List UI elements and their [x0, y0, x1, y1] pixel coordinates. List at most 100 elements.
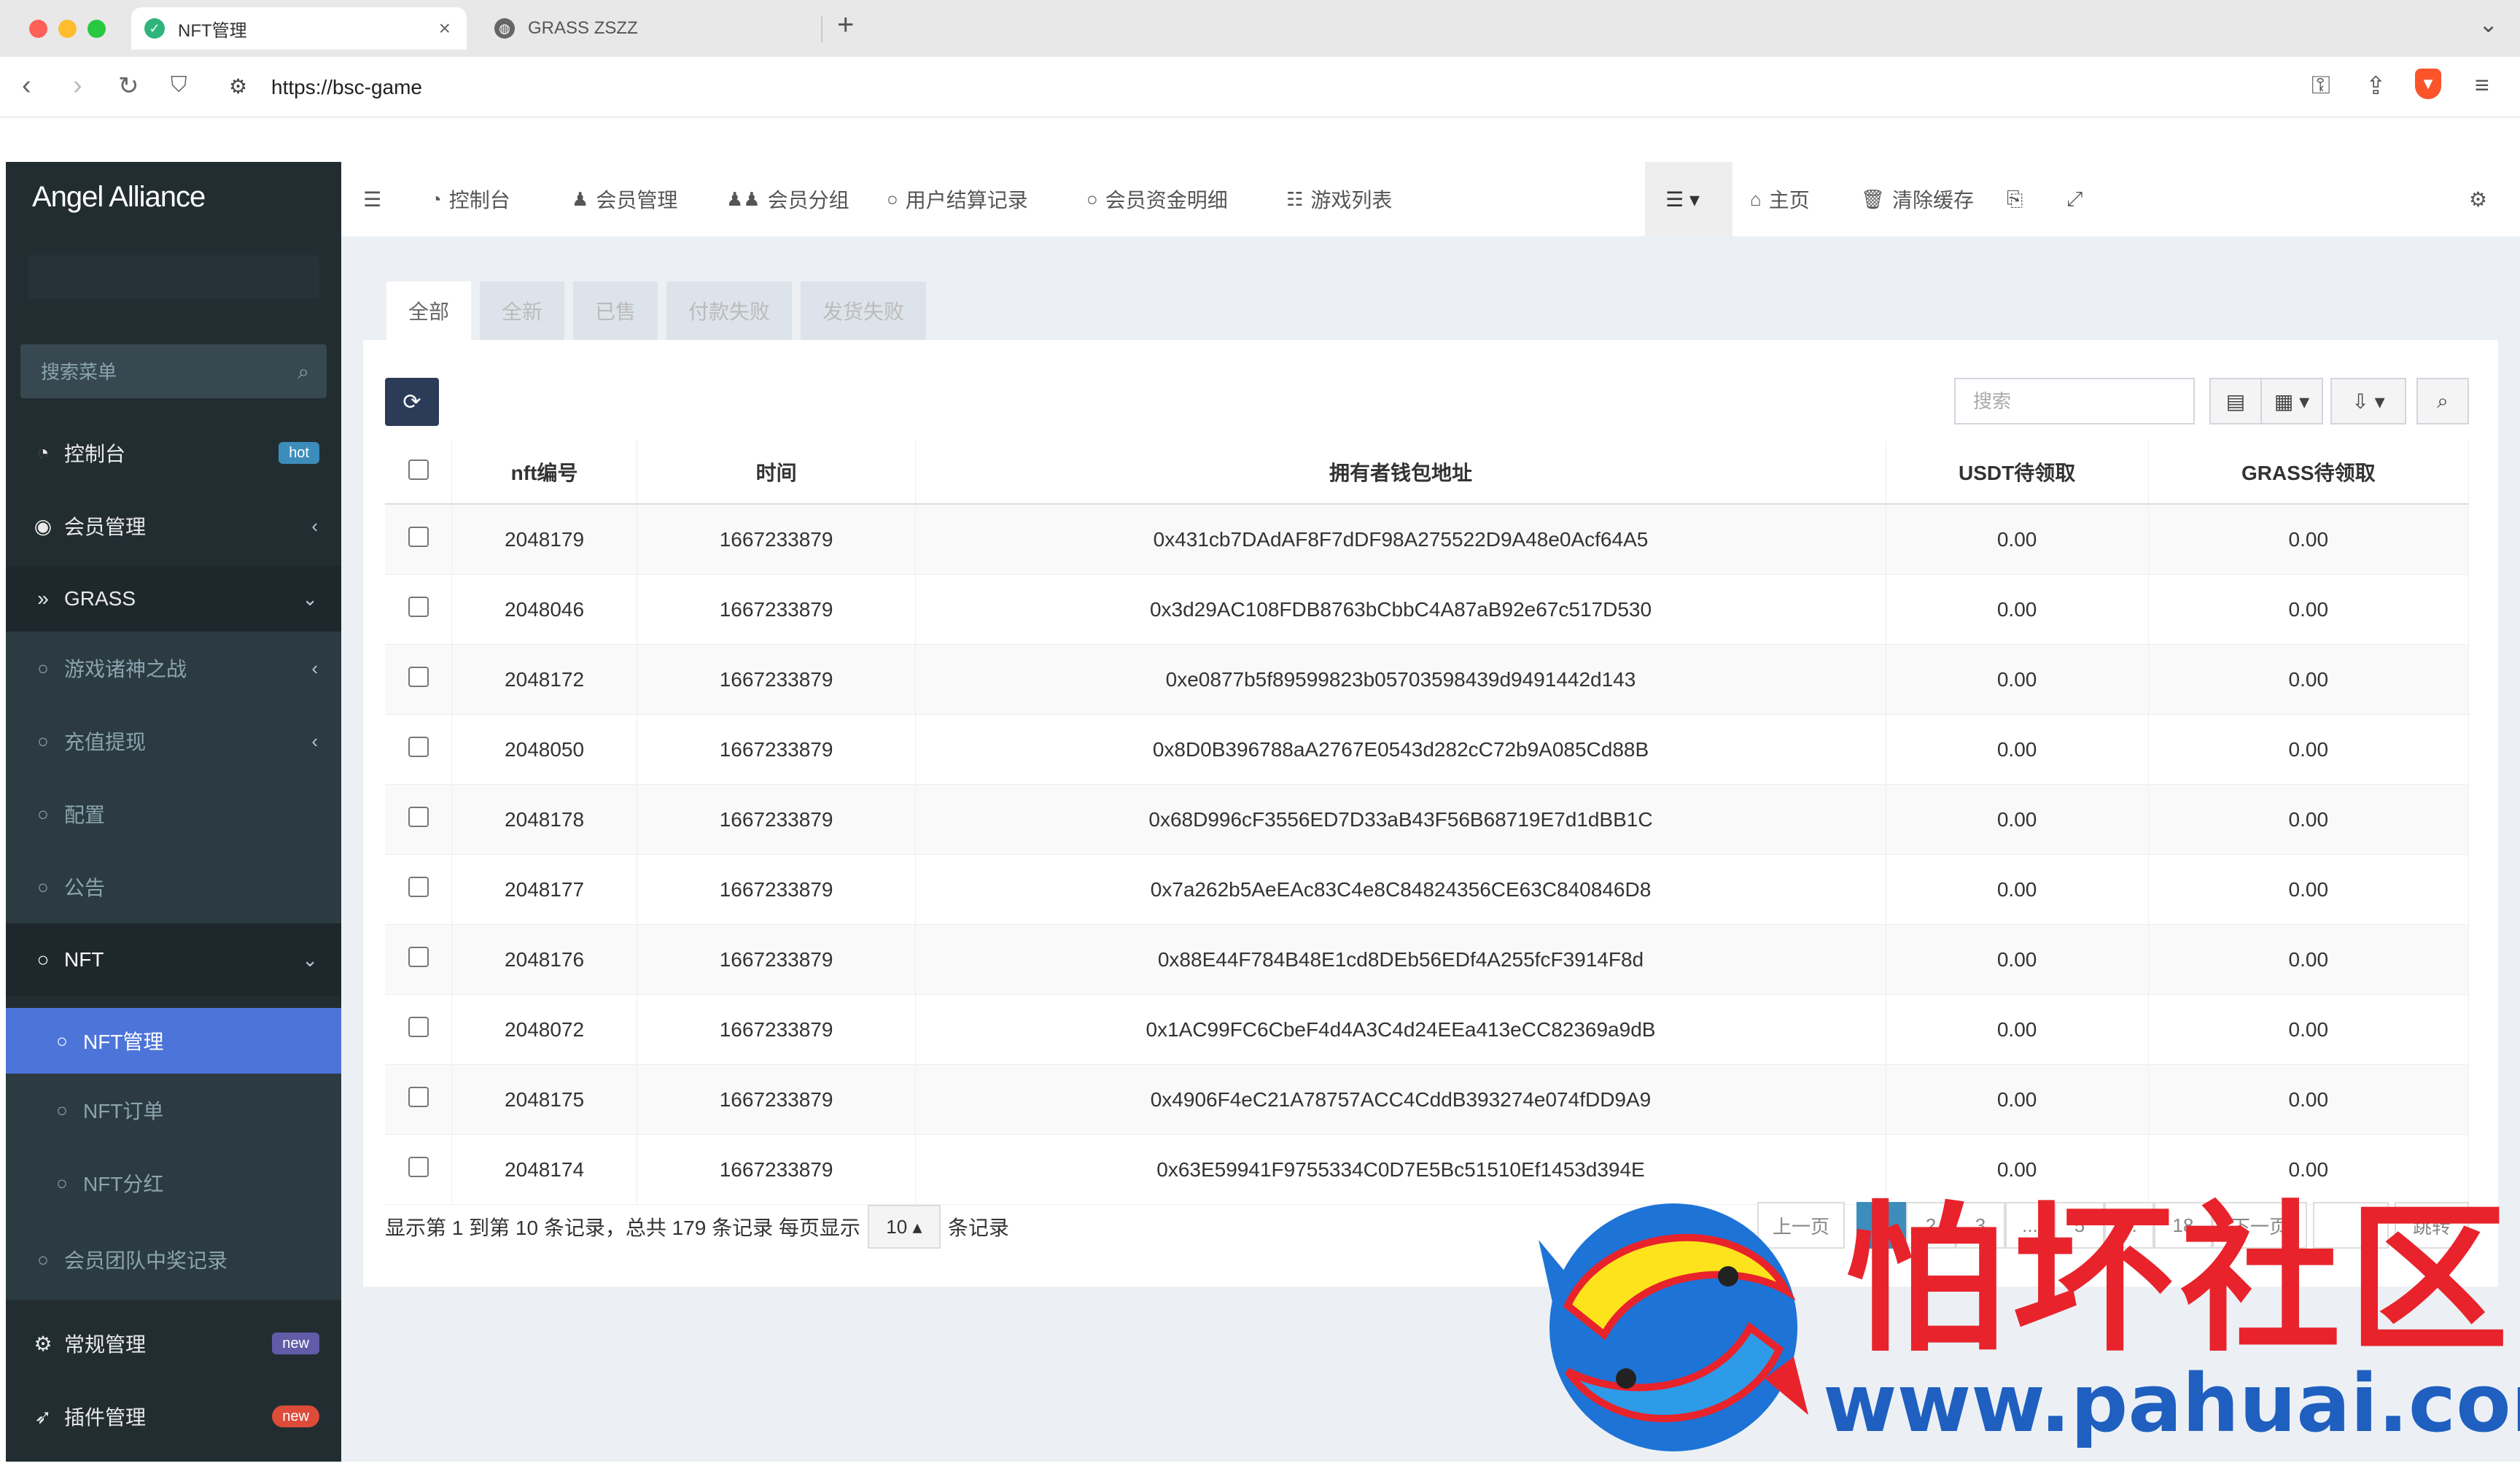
table-row[interactable]: 2048050 1667233879 0x8D0B396788aA2767E0543… [385, 714, 2470, 785]
tab-delivery-failed[interactable]: 发货失败 [801, 282, 926, 340]
page-size-select[interactable]: 10 ▴ [867, 1205, 941, 1249]
bookmark-icon[interactable]: ⛉ [171, 73, 187, 98]
topnav-groups[interactable]: ♟♟ 会员分组 [726, 162, 849, 236]
minimize-window-button[interactable] [58, 20, 77, 38]
row-checkbox[interactable] [408, 947, 429, 967]
table-row[interactable]: 2048178 1667233879 0x68D996cF3556ED7D33aB4… [385, 784, 2470, 855]
site-settings-icon[interactable]: ⚙ [229, 74, 247, 98]
search-button[interactable]: ⌕ [2416, 378, 2469, 424]
browser-menu-icon[interactable]: ≡ [2475, 71, 2489, 100]
toggle-sidebar-icon[interactable]: ☰ [363, 162, 381, 236]
row-select-cell[interactable] [385, 504, 453, 575]
topnav-dashboard[interactable]: ◔ 控制台 [430, 162, 510, 236]
grass-pending-cell: 0.00 [2148, 784, 2470, 855]
row-select-cell[interactable] [385, 1064, 453, 1135]
row-checkbox[interactable] [408, 1157, 429, 1177]
share-icon[interactable]: ⇪ [2365, 71, 2387, 101]
translate-icon[interactable]: ⎘ [2007, 162, 2023, 236]
topnav-members[interactable]: ♟ 会员管理 [572, 162, 677, 236]
row-checkbox[interactable] [408, 737, 429, 757]
new-tab-icon[interactable]: + [837, 9, 854, 42]
row-select-cell[interactable] [385, 994, 453, 1065]
sidebar-item-grass[interactable]: » GRASS ⌄ [6, 566, 341, 632]
close-window-button[interactable] [29, 20, 47, 38]
table-row[interactable]: 2048046 1667233879 0x3d29AC108FDB8763bCbbC… [385, 574, 2470, 645]
tab-all[interactable]: 全部 [386, 282, 471, 340]
topnav-settlements[interactable]: ○ 用户结算记录 [887, 162, 1028, 236]
search-icon[interactable]: ⌕ [298, 360, 309, 384]
zoom-window-button[interactable] [88, 20, 106, 38]
table-row[interactable]: 2048176 1667233879 0x88E44F784B48E1cd8DEb5… [385, 924, 2470, 995]
table-row[interactable]: 2048175 1667233879 0x4906F4eC21A78757ACC4C… [385, 1064, 2470, 1135]
sidebar-item-team-rewards[interactable]: ○ 会员团队中奖记录 [6, 1219, 341, 1300]
toggle-view-button[interactable]: ▤ [2209, 378, 2262, 424]
brave-shield-icon[interactable]: ▼ [2415, 69, 2441, 99]
refresh-icon: ⟳ [402, 389, 421, 414]
row-checkbox[interactable] [408, 877, 429, 897]
sidebar-item-game[interactable]: ○ 游戏诸神之战 ‹ [6, 632, 341, 705]
topnav-games[interactable]: ☷ 游戏列表 [1286, 162, 1392, 236]
sidebar-item-members[interactable]: ◉ 会员管理 ‹ [6, 493, 341, 559]
row-checkbox[interactable] [408, 1087, 429, 1107]
sidebar-item-plugins[interactable]: ➶ 插件管理 new [6, 1380, 341, 1453]
refresh-button[interactable]: ⟳ [385, 378, 439, 426]
sidebar-item-nft[interactable]: ○ NFT ⌄ [6, 923, 341, 996]
sidebar-item-dashboard[interactable]: ◔ 控制台 hot [6, 420, 341, 486]
column-header[interactable]: 时间 [637, 441, 917, 505]
table-row[interactable]: 2048177 1667233879 0x7a262b5AeEAc83C4e8C84… [385, 854, 2470, 925]
tab-list-chevron-icon[interactable]: ⌄ [2478, 10, 2498, 38]
topnav-clear-cache[interactable]: 🗑 清除缓存 [1861, 162, 1974, 236]
row-checkbox[interactable] [408, 597, 429, 617]
tab-new[interactable]: 全新 [480, 282, 564, 340]
key-icon[interactable]: ⚿ [2311, 71, 2330, 100]
browser-tab-nft[interactable]: ✓ NFT管理 × [131, 7, 467, 50]
dashboard-icon: ◔ [430, 187, 442, 210]
row-select-cell[interactable] [385, 924, 453, 995]
tab-payment-failed[interactable]: 付款失败 [666, 282, 792, 340]
table-search-input[interactable] [1954, 378, 2195, 424]
column-header[interactable]: USDT待领取 [1886, 441, 2149, 505]
row-select-cell[interactable] [385, 784, 453, 855]
row-select-cell[interactable] [385, 1134, 453, 1205]
column-header[interactable]: 拥有者钱包地址 [915, 441, 1886, 505]
tab-sold[interactable]: 已售 [573, 282, 658, 340]
close-tab-icon[interactable]: × [439, 17, 451, 40]
sidebar-search-input[interactable] [20, 344, 305, 400]
forward-icon[interactable]: › [73, 70, 82, 101]
sidebar-item-notice[interactable]: ○ 公告 [6, 850, 341, 923]
row-checkbox[interactable] [408, 667, 429, 687]
export-button[interactable]: ⇩ ▾ [2330, 378, 2406, 424]
columns-button[interactable]: ▦ ▾ [2260, 378, 2323, 424]
select-all-checkbox[interactable] [408, 459, 429, 480]
settings-icon[interactable]: ⚙ [2469, 162, 2487, 236]
sidebar-item-nft-dividend[interactable]: ○ NFT分红 [6, 1147, 341, 1219]
sidebar-item-general[interactable]: ⚙ 常规管理 new [6, 1307, 341, 1380]
sidebar-item-recharge[interactable]: ○ 充值提现 ‹ [6, 705, 341, 777]
fullscreen-icon[interactable]: ⤢ [2066, 162, 2082, 236]
topnav-home[interactable]: ⌂ 主页 [1750, 162, 1810, 236]
sidebar-item-nft-manage[interactable]: ○ NFT管理 [6, 1008, 341, 1074]
brand-logo[interactable]: Angel Alliance [32, 181, 206, 214]
table-row[interactable]: 2048172 1667233879 0xe0877b5f89599823b0570… [385, 644, 2470, 715]
column-header[interactable]: GRASS待领取 [2148, 441, 2470, 505]
sidebar-item-nft-orders[interactable]: ○ NFT订单 [6, 1074, 341, 1147]
url-field[interactable]: ⚙ https://bsc-game [216, 64, 2520, 108]
row-select-cell[interactable] [385, 854, 453, 925]
menu-dropdown-toggle[interactable]: ☰ ▾ [1665, 162, 1700, 236]
table-row[interactable]: 2048072 1667233879 0x1AC99FC6CbeF4d4A3C4d2… [385, 994, 2470, 1065]
row-checkbox[interactable] [408, 527, 429, 547]
row-checkbox[interactable] [408, 1017, 429, 1037]
column-header[interactable]: nft编号 [451, 441, 637, 505]
topnav-label: 会员资金明细 [1105, 189, 1228, 212]
table-row[interactable]: 2048179 1667233879 0x431cb7DAdAF8F7dDF98A2… [385, 504, 2470, 575]
reload-icon[interactable]: ↻ [118, 71, 139, 101]
select-all-cell[interactable] [385, 441, 453, 505]
row-select-cell[interactable] [385, 574, 453, 645]
row-select-cell[interactable] [385, 714, 453, 785]
browser-tab-grass[interactable]: ◍ GRASS ZSZZ [481, 7, 817, 50]
row-checkbox[interactable] [408, 807, 429, 827]
topnav-funds[interactable]: ○ 会员资金明细 [1086, 162, 1228, 236]
sidebar-item-config[interactable]: ○ 配置 [6, 777, 341, 850]
back-icon[interactable]: ‹ [22, 70, 31, 101]
row-select-cell[interactable] [385, 644, 453, 715]
